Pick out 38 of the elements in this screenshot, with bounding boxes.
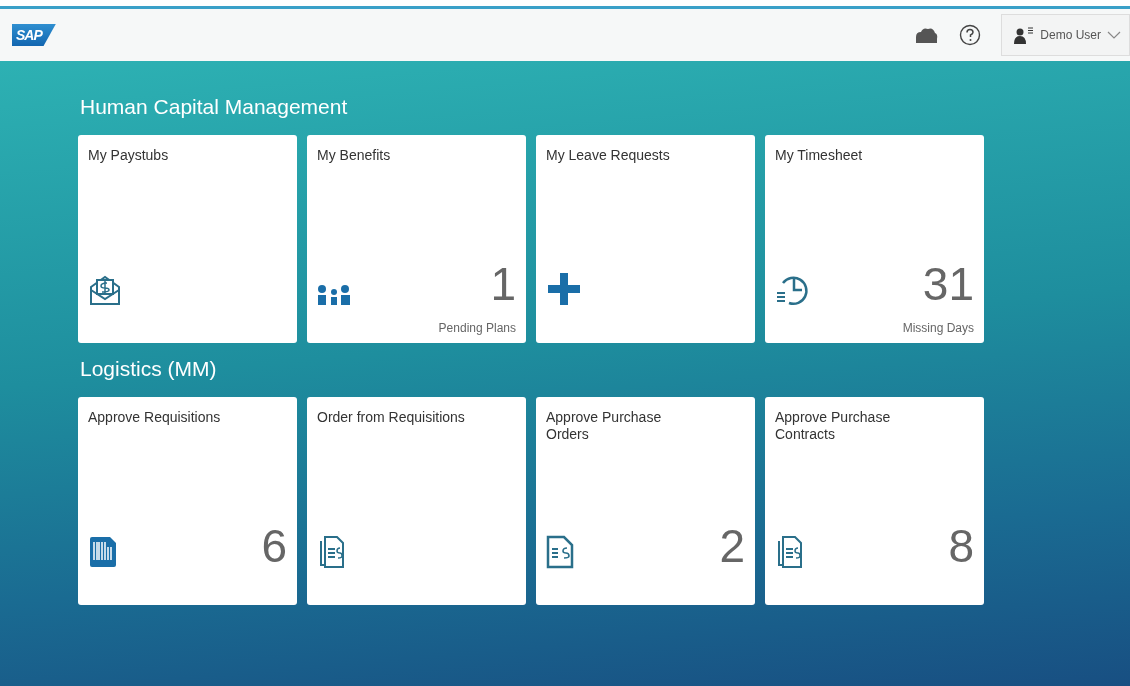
tile-title: My Paystubs — [88, 147, 170, 164]
app-tile[interactable]: Approve Purchase Contracts 8 — [765, 397, 984, 605]
tile-title: My Leave Requests — [546, 147, 671, 164]
app-tile[interactable]: My Benefits 1 Pending Plans — [307, 135, 526, 343]
tile-title: Order from Requisitions — [317, 409, 466, 426]
tile-count: 2 — [719, 523, 745, 569]
tile-count: 6 — [261, 523, 287, 569]
user-menu-button[interactable]: Demo User — [1001, 14, 1130, 56]
cloud-icon[interactable] — [913, 25, 940, 45]
tile-title: Approve Purchase Orders — [546, 409, 663, 443]
app-tile[interactable]: My Leave Requests — [536, 135, 755, 343]
user-icon — [1014, 26, 1035, 44]
chevron-down-icon — [1107, 30, 1121, 40]
group-title: Human Capital Management — [80, 95, 349, 119]
tile-count: 8 — [948, 523, 974, 569]
tile-title: My Benefits — [317, 147, 392, 164]
documents-dollar-icon — [317, 533, 347, 569]
barcode-document-icon — [88, 535, 118, 569]
logo[interactable]: SAP — [12, 24, 56, 46]
help-icon[interactable] — [959, 24, 982, 46]
app-tile[interactable]: Approve Purchase Orders 2 — [536, 397, 755, 605]
tile-count: 1 — [490, 261, 516, 307]
app-tile[interactable]: Approve Requisitions 6 — [78, 397, 297, 605]
tile-title: Approve Requisitions — [88, 409, 222, 426]
plus-icon — [546, 271, 582, 307]
tile-title: My Timesheet — [775, 147, 864, 164]
app-tile[interactable]: My Timesheet 31 Missing Days — [765, 135, 984, 343]
app-tile[interactable]: Order from Requisitions — [307, 397, 526, 605]
envelope-money-icon — [88, 273, 122, 307]
people-icon — [317, 283, 351, 307]
app-tile[interactable]: My Paystubs — [78, 135, 297, 343]
tile-title: Approve Purchase Contracts — [775, 409, 892, 443]
tile-footer: Missing Days — [902, 321, 974, 335]
document-dollar-icon — [546, 535, 574, 569]
tile-count: 31 — [922, 261, 974, 307]
group-title: Logistics (MM) — [80, 357, 218, 381]
documents-dollar-icon — [775, 533, 805, 569]
tile-footer: Pending Plans — [438, 321, 516, 335]
